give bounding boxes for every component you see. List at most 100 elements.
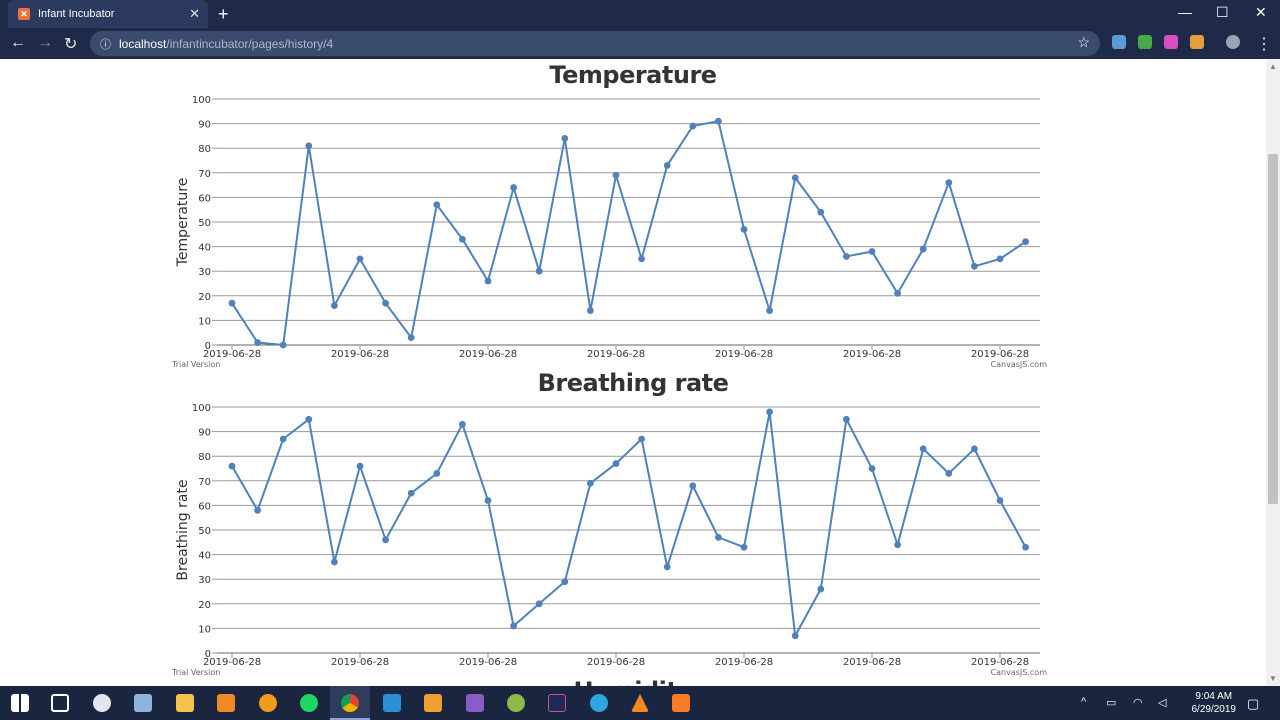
- vscode-icon[interactable]: [383, 694, 401, 712]
- browser-tab[interactable]: ✕ Infant Incubator ✕: [8, 0, 208, 28]
- minimize-icon[interactable]: —: [1178, 4, 1192, 20]
- info-icon[interactable]: ⓘ: [100, 36, 111, 52]
- maximize-icon[interactable]: ☐: [1216, 4, 1229, 21]
- data-point: [843, 415, 850, 423]
- data-point: [971, 445, 978, 453]
- x-tick-label: 2019-06-28: [203, 657, 261, 668]
- data-point: [817, 585, 825, 593]
- data-point: [587, 307, 594, 314]
- battery-icon[interactable]: ▭: [1106, 696, 1116, 709]
- reload-icon[interactable]: ↻: [64, 34, 77, 54]
- y-tick-label: 60: [198, 193, 211, 204]
- forward-icon[interactable]: →: [37, 34, 53, 52]
- data-point: [382, 299, 389, 307]
- y-tick-label: 100: [192, 403, 211, 414]
- data-point: [791, 632, 799, 640]
- page-content: Temperature 0 10 20 30 40 50 60 70 80 90 100 Temper…: [0, 59, 1266, 686]
- sublime-icon[interactable]: [217, 694, 235, 712]
- chrome-icon[interactable]: [341, 694, 359, 712]
- scroll-down-icon[interactable]: ▼: [1269, 674, 1277, 683]
- spotify-icon[interactable]: [300, 694, 318, 712]
- xampp-icon[interactable]: [672, 694, 690, 712]
- data-point: [228, 299, 236, 307]
- data-point: [868, 465, 876, 472]
- chart-title-next-partial: Humidity: [0, 677, 1266, 686]
- clock[interactable]: 9:04 AM 6/29/2019: [1192, 690, 1237, 716]
- tray-chevron-icon[interactable]: ^: [1081, 696, 1086, 708]
- new-tab-button[interactable]: +: [218, 4, 229, 25]
- data-point: [689, 122, 697, 130]
- data-point: [971, 262, 978, 270]
- notification-icon[interactable]: ▢: [1247, 696, 1259, 712]
- data-point: [689, 482, 697, 490]
- file-manager-icon[interactable]: [134, 694, 152, 712]
- vlc-icon[interactable]: [631, 694, 649, 712]
- menu-kebab-icon[interactable]: ⋮: [1256, 34, 1272, 54]
- wifi-icon[interactable]: ◠: [1133, 696, 1143, 709]
- android-studio-icon[interactable]: [507, 694, 525, 712]
- data-point: [561, 134, 569, 142]
- network-tool-icon[interactable]: [424, 694, 442, 712]
- extension-pink-icon[interactable]: [1164, 35, 1178, 49]
- data-point: [868, 248, 876, 255]
- settings-gear-icon[interactable]: [93, 694, 111, 712]
- search-app-icon[interactable]: [259, 694, 277, 712]
- url-path: /infantincubator/pages/history/4: [166, 36, 334, 51]
- back-icon[interactable]: ←: [10, 34, 26, 52]
- windows-taskbar: ^ ▭ ◠ ◁ 9:04 AM 6/29/2019 ▢: [0, 686, 1280, 720]
- profile-avatar[interactable]: [1226, 35, 1240, 49]
- y-tick-label: 40: [198, 551, 211, 562]
- extension-orange-icon[interactable]: [1190, 35, 1204, 49]
- telegram-icon[interactable]: [590, 694, 608, 712]
- x-tick-label: 2019-06-28: [971, 657, 1029, 668]
- data-point: [843, 253, 850, 260]
- breathing-rate-chart: 0102030405060708090100Breathing rate2019…: [171, 403, 1047, 677]
- close-window-icon[interactable]: ✕: [1255, 4, 1267, 21]
- scroll-thumb[interactable]: [1268, 154, 1278, 504]
- data-point: [945, 470, 953, 477]
- x-tick-label: 2019-06-28: [715, 657, 773, 668]
- scroll-up-icon[interactable]: ▲: [1269, 62, 1277, 71]
- y-axis-title: Temperature: [175, 178, 191, 268]
- windows-start-icon[interactable]: [11, 694, 29, 712]
- address-bar[interactable]: ⓘ localhost/infantincubator/pages/histor…: [90, 31, 1100, 56]
- visual-studio-icon[interactable]: [466, 694, 484, 712]
- data-point: [587, 479, 594, 487]
- y-tick-label: 80: [198, 144, 211, 155]
- folder-icon[interactable]: [176, 694, 194, 712]
- data-point: [254, 506, 261, 514]
- page-scrollbar[interactable]: ▲ ▼: [1266, 59, 1280, 686]
- data-point: [715, 117, 722, 125]
- tab-title: Infant Incubator: [38, 8, 115, 20]
- data-point: [740, 225, 748, 233]
- data-point: [535, 267, 543, 275]
- x-tick-label: 2019-06-28: [331, 349, 389, 360]
- chart-title-temperature: Temperature: [549, 61, 717, 89]
- data-point: [740, 543, 748, 551]
- y-tick-label: 10: [198, 624, 211, 635]
- volume-icon[interactable]: ◁: [1158, 696, 1166, 709]
- x-tick-label: 2019-06-28: [843, 349, 901, 360]
- data-point: [382, 536, 389, 544]
- data-point: [766, 307, 773, 314]
- data-point: [561, 578, 569, 586]
- data-point: [638, 255, 645, 263]
- task-view-icon[interactable]: [51, 694, 69, 712]
- data-point: [894, 541, 901, 549]
- extension-pen-icon[interactable]: [1112, 35, 1126, 49]
- clock-date: 6/29/2019: [1191, 704, 1237, 715]
- url-host: localhost: [119, 36, 167, 51]
- close-tab-icon[interactable]: ✕: [189, 6, 200, 22]
- data-point: [433, 470, 441, 477]
- data-point: [228, 462, 236, 470]
- xampp-favicon-icon: ✕: [18, 8, 30, 20]
- data-point: [715, 533, 722, 541]
- jetbrains-icon[interactable]: [548, 694, 566, 712]
- bookmark-star-icon[interactable]: ☆: [1077, 34, 1090, 51]
- watermark-canvasjs: CanvasJS.com: [991, 360, 1048, 369]
- extension-green-icon[interactable]: [1138, 35, 1152, 49]
- data-point: [279, 341, 287, 349]
- data-point: [612, 171, 620, 179]
- data-point: [279, 435, 287, 443]
- data-point: [919, 445, 927, 453]
